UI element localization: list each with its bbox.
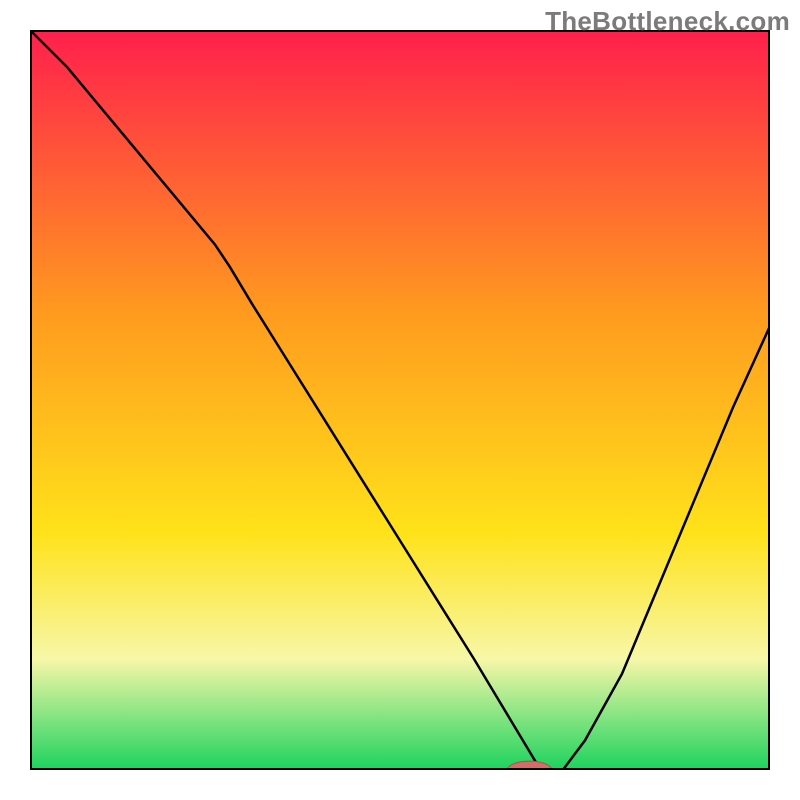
chart-svg	[30, 30, 770, 770]
plot-area	[30, 30, 770, 770]
chart-stage: TheBottleneck.com	[0, 0, 800, 800]
watermark-text: TheBottleneck.com	[545, 6, 790, 37]
gradient-background	[30, 30, 770, 770]
